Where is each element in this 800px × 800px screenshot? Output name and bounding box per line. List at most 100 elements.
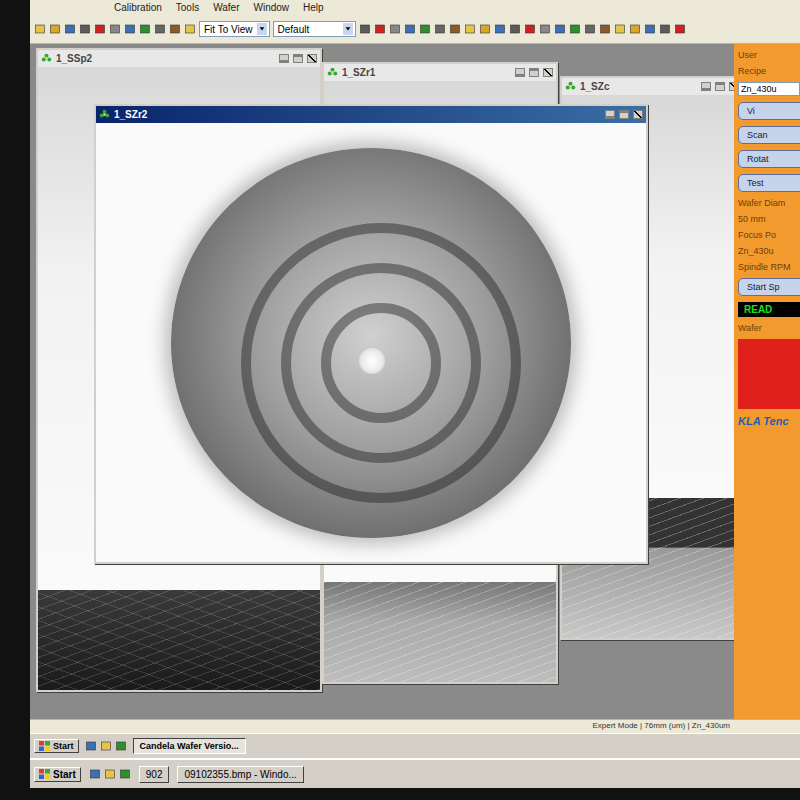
mdi-area: 1_SSp2 1_SZr1 1_SZc 1_SZr2 [30, 44, 734, 719]
maximize-icon[interactable] [715, 82, 725, 91]
taskbar-button[interactable]: 902 [139, 766, 170, 783]
flower-icon [99, 109, 110, 120]
window-title: 1_SZc [580, 81, 697, 92]
tool-icon[interactable] [554, 23, 566, 35]
quick-launch-icon[interactable] [89, 768, 101, 780]
close-icon[interactable] [543, 68, 553, 77]
close-icon[interactable] [307, 54, 317, 63]
tool-icon[interactable] [64, 23, 76, 35]
tool-icon[interactable] [184, 23, 196, 35]
start-button[interactable]: Start [34, 767, 81, 782]
window-title: 1_SSp2 [56, 53, 275, 64]
minimize-icon[interactable] [701, 82, 711, 91]
spindle-label: Spindle RPM [738, 262, 800, 272]
os-taskbar: Start 902 09102355.bmp - Windo... [30, 758, 800, 788]
focus-label: Focus Po [738, 230, 800, 240]
panel-button[interactable]: Test [738, 174, 800, 192]
window-title: 1_SZr1 [342, 67, 511, 78]
scan-image [324, 582, 556, 682]
tool-icon[interactable] [374, 23, 386, 35]
menu-item[interactable]: Tools [176, 2, 199, 13]
menu-item[interactable]: Wafer [213, 2, 239, 13]
palette-dropdown[interactable]: Default [273, 21, 357, 37]
start-spindle-button[interactable]: Start Sp [738, 278, 800, 296]
minimize-icon[interactable] [605, 110, 615, 119]
tool-icon[interactable] [34, 23, 46, 35]
tool-icon[interactable] [359, 23, 371, 35]
windows-flag-icon [39, 769, 50, 779]
toolbar: Fit To ViewDefault [30, 15, 800, 44]
tool-icon[interactable] [124, 23, 136, 35]
app-taskbar: Start Candela Wafer Versio... [30, 733, 800, 758]
menu-bar: Calibration Tools Wafer Window Help [30, 0, 800, 15]
taskbar-button[interactable]: 09102355.bmp - Windo... [177, 766, 303, 783]
window-titlebar[interactable]: 1_SZr2 [96, 106, 646, 123]
tool-icon[interactable] [154, 23, 166, 35]
tool-icon[interactable] [659, 23, 671, 35]
tool-icon[interactable] [94, 23, 106, 35]
tool-icon[interactable] [674, 23, 686, 35]
tool-icon[interactable] [404, 23, 416, 35]
window-titlebar[interactable]: 1_SZc [562, 78, 734, 95]
menu-item[interactable]: Help [303, 2, 324, 13]
window-title: 1_SZr2 [114, 109, 601, 120]
tool-icon[interactable] [509, 23, 521, 35]
maximize-icon[interactable] [619, 110, 629, 119]
quick-launch-icon[interactable] [104, 768, 116, 780]
quick-launch-icon[interactable] [100, 740, 112, 752]
tool-icon[interactable] [109, 23, 121, 35]
tool-icon[interactable] [169, 23, 181, 35]
tool-icon[interactable] [139, 23, 151, 35]
panel-button[interactable]: Rotat [738, 150, 800, 168]
recipe-label: Recipe [738, 66, 800, 76]
panel-header: User [738, 50, 800, 60]
tool-icon[interactable] [629, 23, 641, 35]
tool-icon[interactable] [419, 23, 431, 35]
wafer-diameter-label: Wafer Diam [738, 198, 800, 208]
tool-icon[interactable] [569, 23, 581, 35]
panel-button[interactable]: Vi [738, 102, 800, 120]
menu-item[interactable]: Window [253, 2, 289, 13]
wafer-indicator [738, 339, 800, 409]
dropdown-arrow-icon [258, 24, 266, 34]
recipe-field[interactable]: Zn_430u [738, 82, 800, 96]
tool-icon[interactable] [599, 23, 611, 35]
quick-launch-icon[interactable] [115, 740, 127, 752]
quick-launch-icon[interactable] [85, 740, 97, 752]
control-panel: User Recipe Zn_430u Vi Scan Rotat Test Wafer Di… [734, 44, 800, 719]
menu-item[interactable]: Calibration [114, 2, 162, 13]
scan-image [38, 590, 320, 690]
tool-icon[interactable] [79, 23, 91, 35]
start-button[interactable]: Start [34, 739, 79, 753]
tool-icon[interactable] [494, 23, 506, 35]
close-icon[interactable] [729, 82, 734, 91]
panel-button[interactable]: Scan [738, 126, 800, 144]
child-window[interactable]: 1_SZr2 [94, 104, 648, 564]
tool-icon[interactable] [524, 23, 536, 35]
status-bar: Expert Mode | 76mm (um) | Zn_430um [30, 719, 800, 733]
maximize-icon[interactable] [529, 68, 539, 77]
tool-icon[interactable] [464, 23, 476, 35]
tool-icon[interactable] [644, 23, 656, 35]
flower-icon [565, 81, 576, 92]
status-indicator: READ [738, 302, 800, 317]
maximize-icon[interactable] [293, 54, 303, 63]
quick-launch-icon[interactable] [119, 768, 131, 780]
taskbar-button[interactable]: Candela Wafer Versio... [133, 738, 246, 754]
tool-icon[interactable] [584, 23, 596, 35]
tool-icon[interactable] [49, 23, 61, 35]
window-titlebar[interactable]: 1_SSp2 [38, 50, 320, 67]
minimize-icon[interactable] [279, 54, 289, 63]
minimize-icon[interactable] [515, 68, 525, 77]
zoom-dropdown[interactable]: Fit To View [199, 21, 270, 37]
tool-icon[interactable] [614, 23, 626, 35]
app-screen: Calibration Tools Wafer Window Help Fit To Vi… [30, 0, 800, 788]
tool-icon[interactable] [434, 23, 446, 35]
tool-icon[interactable] [449, 23, 461, 35]
tool-icon[interactable] [479, 23, 491, 35]
window-titlebar[interactable]: 1_SZr1 [324, 64, 556, 81]
tool-icon[interactable] [389, 23, 401, 35]
tool-icon[interactable] [539, 23, 551, 35]
kla-logo: KLA Tenc [738, 415, 800, 427]
close-icon[interactable] [633, 110, 643, 119]
